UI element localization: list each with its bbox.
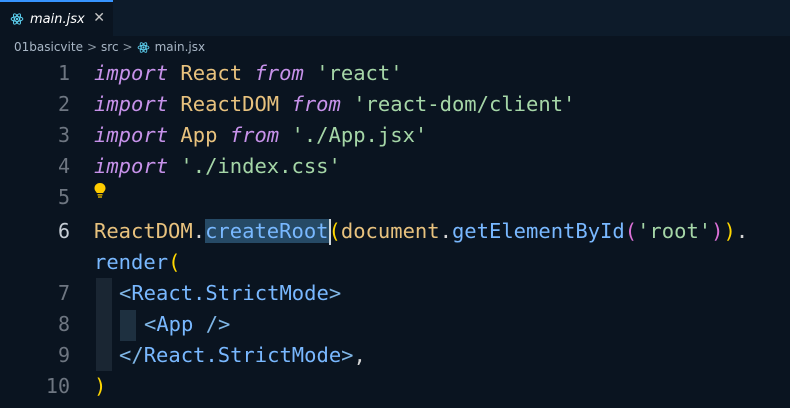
bracket: ( — [624, 219, 638, 243]
tag-bracket: </ — [119, 343, 144, 367]
bracket: ) — [723, 219, 736, 243]
keyword: from — [254, 61, 304, 85]
string: 'root' — [637, 219, 712, 243]
code-line[interactable]: 1 import React from 'react' — [0, 58, 790, 89]
tab-bar: main.jsx ✕ — [0, 0, 790, 36]
breadcrumb-separator: > — [86, 40, 98, 54]
breadcrumb-item-file[interactable]: main.jsx — [155, 40, 205, 54]
code-line[interactable]: 7 <React.StrictMode> — [0, 278, 790, 309]
code-line[interactable]: 8 <App /> — [0, 309, 790, 340]
identifier: ReactDOM — [94, 219, 193, 243]
selected-identifier[interactable]: createRoot — [205, 219, 329, 243]
breadcrumb-item-src[interactable]: src — [101, 40, 119, 54]
react-icon — [137, 41, 149, 53]
code-line[interactable]: 9 </React.StrictMode>, — [0, 340, 790, 371]
string: './index.css' — [180, 154, 341, 178]
line-number: 6 — [57, 219, 70, 243]
punctuation: . — [192, 219, 206, 243]
keyword: import — [94, 61, 169, 85]
line-number: 8 — [57, 312, 70, 336]
tag-bracket: > — [328, 281, 342, 305]
line-number: 7 — [57, 281, 70, 305]
code-line[interactable]: 3 import App from './App.jsx' — [0, 120, 790, 151]
line-number: 9 — [57, 343, 70, 367]
tab-main-jsx[interactable]: main.jsx ✕ — [0, 0, 113, 36]
lightbulb-icon[interactable] — [92, 182, 108, 200]
string: 'react' — [316, 61, 403, 85]
function-name: getElementById — [451, 219, 625, 243]
bracket: ) — [711, 219, 724, 243]
punctuation: . — [735, 219, 749, 243]
line-number: 2 — [57, 92, 70, 116]
line-number: 5 — [57, 185, 70, 209]
code-line[interactable]: 2 import ReactDOM from 'react-dom/client… — [0, 89, 790, 120]
line-number: 4 — [57, 154, 70, 178]
tag-name: App — [156, 312, 194, 336]
breadcrumb-separator: > — [122, 40, 133, 54]
identifier: document — [340, 219, 440, 243]
keyword: from — [291, 92, 341, 116]
close-icon[interactable]: ✕ — [93, 10, 105, 26]
keyword: from — [229, 123, 280, 147]
punctuation: . — [439, 219, 452, 243]
tag-bracket: > — [341, 343, 354, 367]
bracket: ) — [94, 374, 107, 398]
code-editor[interactable]: 1 import React from 'react' 2 import Rea… — [0, 58, 790, 408]
tag-bracket: /> — [193, 312, 231, 336]
code-line[interactable]: 4 import './index.css' — [0, 151, 790, 182]
bracket: ( — [168, 250, 181, 274]
keyword: import — [94, 154, 169, 178]
keyword: import — [94, 92, 169, 116]
bracket: ( — [328, 219, 341, 243]
code-line[interactable]: 10 ) — [0, 371, 790, 402]
line-number: 3 — [57, 123, 70, 147]
tag-name: React.StrictMode — [131, 281, 329, 305]
string: './App.jsx' — [291, 123, 428, 147]
tag-bracket: < — [119, 281, 132, 305]
tab-label: main.jsx — [30, 11, 85, 27]
breadcrumb-item-project[interactable]: 01basicvite — [14, 40, 83, 54]
identifier: App — [180, 123, 218, 147]
tag-bracket: < — [144, 312, 157, 336]
string: 'react-dom/client' — [353, 92, 576, 116]
code-line-wrapped[interactable]: render( — [0, 247, 790, 278]
keyword: import — [94, 123, 169, 147]
code-line[interactable]: 5 — [0, 182, 790, 213]
punctuation: , — [353, 343, 366, 367]
react-icon — [10, 13, 24, 25]
line-number: 10 — [45, 374, 70, 398]
line-number: 1 — [57, 61, 70, 85]
identifier: React — [180, 61, 243, 85]
tag-name: React.StrictMode — [143, 343, 342, 367]
function-name: render — [94, 250, 169, 274]
breadcrumb: 01basicvite > src > main.jsx — [0, 36, 790, 58]
identifier: ReactDOM — [180, 92, 280, 116]
code-line-active[interactable]: 6 ReactDOM.createRoot(document.getElemen… — [0, 216, 790, 247]
